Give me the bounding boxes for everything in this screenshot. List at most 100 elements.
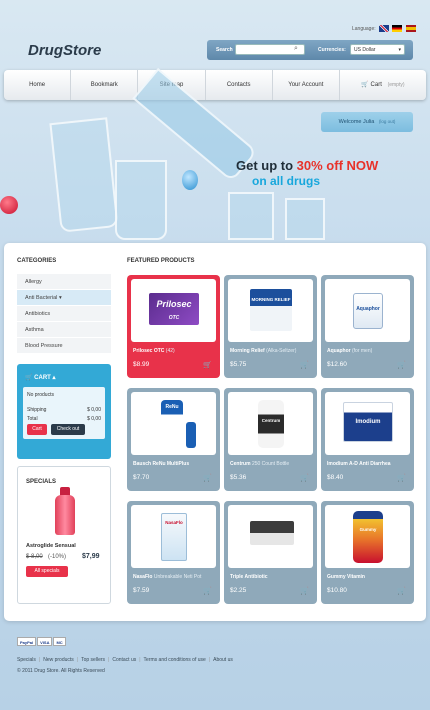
product-subtitle: Unbreakable Neti Pot: [153, 574, 202, 580]
footer-link-about-us[interactable]: About us: [213, 657, 233, 663]
paypal-logo: PayPal: [17, 637, 37, 646]
footer-link-terms[interactable]: Terms and conditions of use: [144, 657, 206, 663]
german-flag-icon[interactable]: [392, 25, 403, 32]
product-name[interactable]: Morning Relief (Alka-Seltzer): [230, 348, 296, 354]
cart-summary: No products Shipping $ 0,00 Total $ 0,00…: [23, 387, 105, 439]
store-logo[interactable]: DrugStore: [28, 42, 101, 59]
product-card[interactable]: Gummy Gummy Vitamin $10.80 🛒: [321, 501, 414, 604]
product-card[interactable]: Centrum Centrum 250 Count Bottle $5.36 🛒: [224, 388, 317, 491]
product-card[interactable]: MORNING RELIEF Morning Relief (Alka-Selt…: [224, 275, 317, 378]
english-flag-icon[interactable]: [379, 25, 390, 32]
footer-link-specials[interactable]: Specials: [17, 657, 36, 663]
red-pill-image: [0, 196, 18, 214]
product-price: $8.99: [133, 361, 150, 368]
prilosec-box-sublabel: OTC: [168, 315, 180, 321]
mastercard-logo: MC: [53, 637, 66, 646]
cart-empty-text: No products: [27, 392, 54, 398]
product-name[interactable]: Prilosec OTC (42): [133, 348, 175, 354]
product-name[interactable]: Triple Antibiotic: [230, 574, 268, 580]
nav-cart-label: Cart: [370, 82, 382, 88]
language-switcher: Language:: [352, 25, 416, 32]
product-title: Aquaphor: [327, 348, 351, 354]
product-card[interactable]: Imodium Imodium A-D Anti Diarrhea $8.40 …: [321, 388, 414, 491]
product-subtitle: (42): [165, 348, 175, 354]
currency-select[interactable]: US Dollar ▾: [350, 44, 405, 55]
add-to-cart-icon[interactable]: 🛒: [300, 587, 309, 595]
product-card[interactable]: Prilosec OTC Prilosec OTC (42) $8.99 🛒: [127, 275, 220, 378]
product-name[interactable]: Gummy Vitamin: [327, 574, 365, 580]
cart-icon: 🛒: [361, 82, 369, 88]
product-price: $7.70: [133, 474, 150, 481]
prilosec-box-image: Prilosec OTC: [149, 293, 199, 325]
product-name[interactable]: Bausch ReNu MultiPlus: [133, 461, 189, 467]
add-to-cart-icon[interactable]: 🛒: [397, 474, 406, 482]
product-title: Gummy Vitamin: [327, 574, 365, 580]
nav-bookmark[interactable]: Bookmark: [71, 70, 139, 100]
product-card[interactable]: NasaFlo NasaFlo Unbreakable Neti Pot $7.…: [127, 501, 220, 604]
spanish-flag-icon[interactable]: [405, 25, 416, 32]
product-card[interactable]: ReNu Bausch ReNu MultiPlus $7.70 🛒: [127, 388, 220, 491]
product-image[interactable]: Imodium: [325, 392, 410, 455]
product-price: $5.36: [230, 474, 247, 481]
search-icon[interactable]: ⌕: [294, 45, 298, 53]
category-antibiotics[interactable]: Antibiotics: [17, 306, 111, 322]
product-name[interactable]: Centrum 250 Count Bottle: [230, 461, 289, 467]
product-title: Centrum: [230, 461, 251, 467]
add-to-cart-icon[interactable]: 🛒: [397, 361, 406, 369]
footer-link-new-products[interactable]: New products: [43, 657, 74, 663]
test-tube-image: [49, 117, 119, 233]
category-anti-bacterial[interactable]: Anti Bacterial ▾: [17, 290, 111, 306]
product-image[interactable]: Prilosec OTC: [131, 279, 216, 342]
product-price: $10.80: [327, 587, 347, 594]
footer-link-contact-us[interactable]: Contact us: [112, 657, 136, 663]
add-to-cart-icon[interactable]: 🛒: [300, 474, 309, 482]
product-title: Bausch ReNu MultiPlus: [133, 461, 190, 467]
product-subtitle: (Alka-Seltzer): [266, 348, 297, 354]
product-card[interactable]: Triple Antibiotic $2.25 🛒: [224, 501, 317, 604]
alka-seltzer-box-image: MORNING RELIEF: [250, 289, 292, 331]
total-label: Total: [27, 416, 38, 422]
checkout-button[interactable]: Check out: [51, 424, 85, 435]
product-name[interactable]: Imodium A-D Anti Diarrhea: [327, 461, 391, 467]
nav-cart[interactable]: 🛒 Cart (empty): [340, 70, 426, 100]
cart-button[interactable]: Cart: [27, 424, 47, 435]
add-to-cart-icon[interactable]: 🛒: [203, 361, 212, 369]
nav-your-account[interactable]: Your Account: [273, 70, 340, 100]
product-image[interactable]: Gummy: [325, 505, 410, 568]
product-image[interactable]: [228, 505, 313, 568]
add-to-cart-icon[interactable]: 🛒: [203, 587, 212, 595]
chevron-up-icon[interactable]: ▴: [53, 375, 56, 381]
product-name[interactable]: Aquaphor (for men): [327, 348, 372, 354]
product-image[interactable]: MORNING RELIEF: [228, 279, 313, 342]
product-card[interactable]: Aquaphor Aquaphor (for men) $12.60 🛒: [321, 275, 414, 378]
promo-subline: on all drugs: [252, 174, 321, 188]
product-image[interactable]: Centrum: [228, 392, 313, 455]
chevron-down-icon: ▾: [58, 295, 62, 301]
product-price: $5.75: [230, 361, 247, 368]
product-image[interactable]: Aquaphor: [325, 279, 410, 342]
gummy-jar-image: Gummy: [353, 511, 383, 563]
product-image[interactable]: ReNu: [131, 392, 216, 455]
specials-widget: SPECIALS Astroglide Sensual $ 8,00 (-10%…: [17, 466, 111, 604]
nav-contacts[interactable]: Contacts: [206, 70, 273, 100]
all-specials-button[interactable]: All specials: [26, 566, 68, 577]
add-to-cart-icon[interactable]: 🛒: [397, 587, 406, 595]
product-price: $8.40: [327, 474, 344, 481]
footer-link-top-sellers[interactable]: Top sellers: [81, 657, 105, 663]
add-to-cart-icon[interactable]: 🛒: [300, 361, 309, 369]
product-image[interactable]: NasaFlo: [131, 505, 216, 568]
category-label: Anti Bacterial: [25, 295, 58, 301]
nav-home[interactable]: Home: [4, 70, 72, 100]
featured-title: FEATURED PRODUCTS: [127, 258, 195, 264]
category-allergy[interactable]: Allergy: [17, 274, 111, 290]
category-asthma[interactable]: Asthma: [17, 322, 111, 338]
product-name[interactable]: NasaFlo Unbreakable Neti Pot: [133, 574, 201, 580]
currency-value: US Dollar: [354, 47, 376, 53]
category-blood-pressure[interactable]: Blood Pressure: [17, 338, 111, 354]
product-image[interactable]: [55, 495, 75, 535]
chevron-down-icon: ▾: [398, 47, 401, 53]
special-product-name[interactable]: Astroglide Sensual: [26, 543, 76, 549]
add-to-cart-icon[interactable]: 🛒: [203, 474, 212, 482]
special-price: $7,99: [82, 553, 100, 560]
copyright: © 2011 Drug Store. All Rights Reserved: [17, 668, 105, 674]
